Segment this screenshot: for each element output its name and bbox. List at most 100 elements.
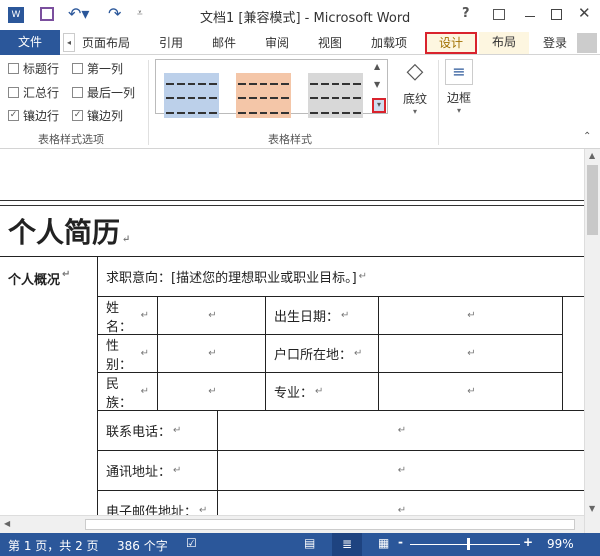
scroll-thumb[interactable] — [85, 519, 575, 530]
checkbox[interactable] — [72, 87, 83, 98]
label: 性别： — [106, 338, 133, 373]
gallery-up-icon[interactable]: ▲ — [374, 62, 380, 71]
tab-file[interactable]: 文件 — [0, 30, 60, 55]
page-count[interactable]: 第 1 页，共 2 页 — [8, 537, 99, 554]
proofing-icon[interactable]: ☑ — [186, 536, 197, 550]
objective-cell[interactable]: 求职意向：[描述您的理想职业或职业目标。] ↵ — [97, 256, 584, 297]
cell-name-label[interactable]: 姓名： ↵ — [97, 296, 158, 335]
checkbox-banded-rows[interactable]: ✓ 镶边行 — [8, 107, 59, 124]
label: 户口所在地： — [274, 348, 353, 363]
cell-email-label[interactable]: 电子邮件地址： ↵ — [97, 490, 218, 515]
ribbon: 标题行 第一列 汇总行 最后一列 ✓ 镶边行 ✓ 镶边列 表格样式选项 ▲ ▼ ▾ … — [0, 55, 600, 149]
checkbox-header-row[interactable]: 标题行 — [8, 60, 59, 77]
cell-address-value[interactable]: ↵ — [217, 450, 584, 491]
tab-review[interactable]: 审阅 — [265, 34, 289, 51]
tab-scroll-left[interactable]: ◂ — [63, 33, 75, 52]
vertical-scrollbar[interactable]: ▲ ▼ — [584, 149, 600, 533]
scroll-up-icon[interactable]: ▲ — [589, 151, 595, 160]
zoom-level[interactable]: 99% — [547, 537, 574, 551]
cell-address-label[interactable]: 通讯地址： ↵ — [97, 450, 218, 491]
read-mode-icon[interactable]: ▤ — [304, 536, 315, 550]
cell-birth-value[interactable]: ↵ — [378, 296, 563, 335]
cell-hukou-value[interactable]: ↵ — [378, 334, 563, 373]
table-style-gray[interactable] — [308, 73, 363, 118]
word-count[interactable]: 386 个字 — [117, 537, 168, 554]
checkbox-last-column[interactable]: 最后一列 — [72, 84, 135, 101]
table-style-blue[interactable] — [164, 73, 219, 118]
cell-phone-value[interactable]: ↵ — [217, 410, 584, 451]
customize-qat-icon[interactable]: ⩡ — [137, 8, 143, 19]
cell-hukou-label[interactable]: 户口所在地： ↵ — [265, 334, 379, 373]
close-icon[interactable]: ✕ — [578, 4, 591, 22]
group-label-styles: 表格样式 — [268, 133, 312, 146]
zoom-slider-thumb[interactable] — [467, 538, 470, 550]
tab-page-layout[interactable]: 页面布局 — [82, 34, 130, 51]
header-line — [0, 205, 584, 206]
gallery-down-icon[interactable]: ▼ — [374, 80, 380, 89]
print-layout-icon[interactable]: ≣ — [332, 533, 362, 556]
gallery-more-button[interactable]: ▾ — [372, 98, 386, 113]
checkbox[interactable] — [72, 63, 83, 74]
horizontal-scrollbar[interactable]: ◀ — [0, 515, 584, 533]
cell-birth-label[interactable]: 出生日期： ↵ — [265, 296, 379, 335]
label: 最后一列 — [87, 86, 136, 100]
cell-ethnic-value[interactable]: ↵ — [157, 372, 266, 411]
undo-icon[interactable]: ↶▾ — [68, 4, 89, 23]
cell-ethnic-label[interactable]: 民族： ↵ — [97, 372, 158, 411]
save-icon[interactable] — [40, 7, 54, 21]
checkbox[interactable] — [8, 63, 19, 74]
scroll-down-icon[interactable]: ▼ — [589, 504, 595, 513]
checkbox-first-column[interactable]: 第一列 — [72, 60, 123, 77]
document-area[interactable]: 个人简历 ↵ 个人概况 ↵ 求职意向：[描述您的理想职业或职业目标。] ↵ 姓名： ↵ … — [0, 149, 584, 515]
tab-references[interactable]: 引用 — [159, 34, 183, 51]
objective-text: 求职意向：[描述您的理想职业或职业目标。] — [106, 271, 357, 286]
tab-design[interactable]: 设计 — [425, 32, 477, 54]
divider — [148, 60, 149, 145]
cell-gender-value[interactable]: ↵ — [157, 334, 266, 373]
word-icon: W — [8, 7, 24, 23]
shading-button[interactable]: ◇ 底纹 ▾ — [396, 59, 434, 125]
help-icon[interactable]: ? — [462, 6, 470, 21]
minimize-icon[interactable] — [525, 16, 535, 17]
label: 出生日期： — [274, 310, 340, 325]
redo-icon[interactable]: ↷ — [108, 4, 121, 23]
checkbox-banded-columns[interactable]: ✓ 镶边列 — [72, 107, 123, 124]
zoom-in-icon[interactable]: + — [523, 535, 533, 549]
web-layout-icon[interactable]: ▦ — [378, 536, 389, 550]
group-label-options: 表格样式选项 — [38, 133, 104, 146]
tab-addins[interactable]: 加载项 — [371, 34, 407, 51]
ribbon-display-icon[interactable] — [493, 9, 505, 20]
scroll-left-icon[interactable]: ◀ — [4, 519, 10, 528]
label: 电子邮件地址： — [106, 505, 198, 515]
cell-name-value[interactable]: ↵ — [157, 296, 266, 335]
cell-phone-label[interactable]: 联系电话： ↵ — [97, 410, 218, 451]
maximize-icon[interactable] — [551, 9, 562, 20]
status-bar: 第 1 页，共 2 页 386 个字 ☑ ▤ ≣ ▦ - + 99% — [0, 533, 600, 556]
paint-bucket-icon: ◇ — [406, 59, 424, 84]
scroll-thumb[interactable] — [587, 165, 598, 235]
label: 通讯地址： — [106, 465, 172, 480]
zoom-slider[interactable] — [410, 544, 520, 545]
tab-mailings[interactable]: 邮件 — [212, 34, 236, 51]
label: 姓名： — [106, 300, 133, 335]
cell-major-label[interactable]: 专业： ↵ — [265, 372, 379, 411]
borders-button[interactable]: ≡ 边框 ▾ — [443, 59, 475, 125]
zoom-out-icon[interactable]: - — [398, 535, 403, 549]
checkbox[interactable] — [8, 87, 19, 98]
login-link[interactable]: 登录 — [543, 34, 567, 51]
cell-major-value[interactable]: ↵ — [378, 372, 563, 411]
tab-view[interactable]: 视图 — [318, 34, 342, 51]
checkbox-checked[interactable]: ✓ — [8, 110, 19, 121]
checkbox-checked[interactable]: ✓ — [72, 110, 83, 121]
label: 第一列 — [87, 62, 124, 76]
avatar[interactable] — [577, 33, 597, 53]
document-heading: 个人简历 ↵ — [8, 216, 131, 249]
table-style-orange[interactable] — [236, 73, 291, 118]
divider — [438, 60, 439, 145]
cell-gender-label[interactable]: 性别： ↵ — [97, 334, 158, 373]
tab-layout[interactable]: 布局 — [479, 32, 529, 54]
cell-email-value[interactable]: ↵ — [217, 490, 584, 515]
borders-icon: ≡ — [445, 59, 473, 85]
checkbox-total-row[interactable]: 汇总行 — [8, 84, 59, 101]
collapse-ribbon-icon[interactable]: ⌃ — [583, 131, 591, 142]
